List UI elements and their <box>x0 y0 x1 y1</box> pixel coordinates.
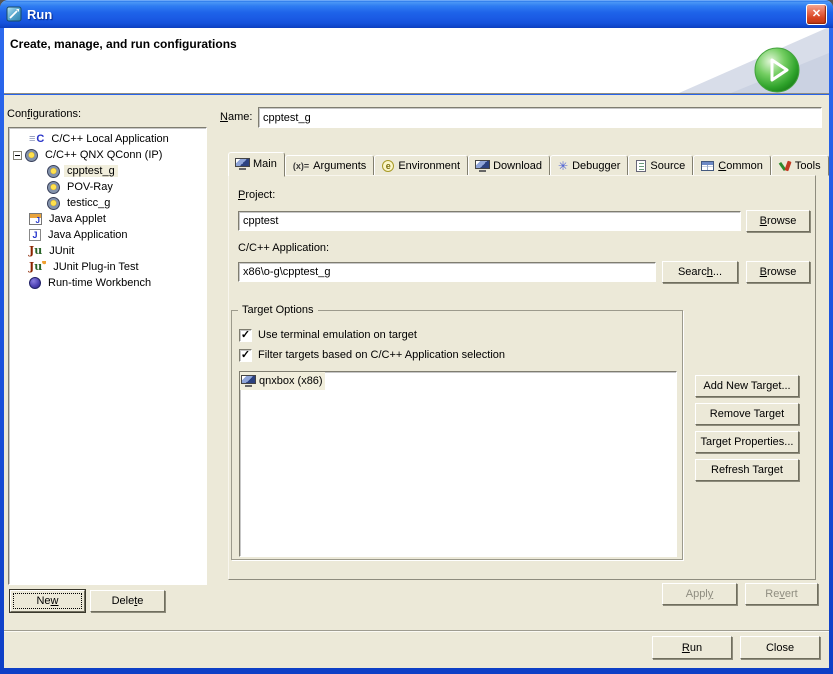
footer-separator <box>4 630 829 632</box>
name-input[interactable] <box>258 107 822 128</box>
application-input[interactable] <box>238 262 656 282</box>
application-label: C/C++ Application: <box>238 242 329 254</box>
run-button[interactable]: Run <box>652 636 732 659</box>
tab-arguments[interactable]: Arguments <box>285 155 374 176</box>
workbench-icon <box>29 277 41 289</box>
project-browse-button[interactable]: Browse <box>746 210 810 232</box>
project-label: Project: <box>238 189 275 201</box>
arguments-icon <box>293 161 309 171</box>
target-properties-button[interactable]: Target Properties... <box>695 431 799 453</box>
tree-item-junit-plugin-test[interactable]: JUnit Plug-in Test <box>9 259 206 275</box>
collapse-minus-icon[interactable] <box>13 151 22 160</box>
close-button[interactable]: Close <box>740 636 820 659</box>
computer-icon <box>236 158 249 170</box>
c-application-icon <box>29 133 44 145</box>
tab-debugger[interactable]: Debugger <box>550 155 628 176</box>
filter-targets-row: Filter targets based on C/C++ Applicatio… <box>239 345 675 365</box>
project-input[interactable] <box>238 211 741 231</box>
window-title: Run <box>27 7 52 22</box>
junit-icon <box>29 245 42 257</box>
environment-icon <box>382 160 394 172</box>
revert-button[interactable]: Revert <box>745 583 818 605</box>
tree-item-cpptest-g[interactable]: cpptest_g <box>9 163 206 179</box>
common-icon <box>701 161 714 171</box>
terminal-emulation-row: Use terminal emulation on target <box>239 325 675 345</box>
gear-icon <box>47 165 60 178</box>
tree-item-pov-ray[interactable]: POV-Ray <box>9 179 206 195</box>
gear-icon <box>47 181 60 194</box>
banner: Create, manage, and run configurations <box>4 28 829 94</box>
tab-common[interactable]: Common <box>693 155 771 176</box>
source-icon <box>636 160 646 172</box>
tree-item-testicc-g[interactable]: testicc_g <box>9 195 206 211</box>
gear-icon <box>47 197 60 210</box>
target-options-title: Target Options <box>238 304 318 316</box>
terminal-emulation-checkbox[interactable] <box>239 329 252 342</box>
tab-bar: Main Arguments Environment Download Debu… <box>228 151 829 176</box>
main-tab-page: Project: Browse C/C++ Application: Searc… <box>228 175 816 580</box>
terminal-emulation-label: Use terminal emulation on target <box>258 329 417 341</box>
tree-item-cpp-qnx-qconn[interactable]: C/C++ QNX QConn (IP) <box>9 147 206 163</box>
run-wizard-icon <box>6 6 22 22</box>
junit-plugin-icon <box>29 261 46 273</box>
tools-icon <box>779 160 791 172</box>
application-browse-button[interactable]: Browse <box>746 261 810 283</box>
java-applet-icon <box>29 213 42 225</box>
configurations-label: Configurations: <box>7 108 81 120</box>
target-options-group: Target Options Use terminal emulation on… <box>231 310 683 560</box>
tree-item-java-application[interactable]: Java Application <box>9 227 206 243</box>
delete-button[interactable]: Delete <box>90 590 165 612</box>
download-icon <box>476 160 489 172</box>
filter-targets-label: Filter targets based on C/C++ Applicatio… <box>258 349 505 361</box>
java-icon <box>29 229 41 241</box>
apply-button[interactable]: Apply <box>662 583 737 605</box>
target-list-item-qnxbox[interactable]: qnxbox (x86) <box>240 372 325 390</box>
computer-icon <box>242 375 255 387</box>
tab-download[interactable]: Download <box>468 155 550 176</box>
gear-icon <box>25 149 38 162</box>
refresh-target-button[interactable]: Refresh Target <box>695 459 799 481</box>
dialog-body: Configurations: C/C++ Local Application … <box>4 95 829 668</box>
close-icon[interactable] <box>806 4 827 25</box>
green-play-circle-icon <box>753 46 801 94</box>
tree-item-cpp-local-application[interactable]: C/C++ Local Application <box>9 131 206 147</box>
search-button[interactable]: Search... <box>662 261 738 283</box>
tab-source[interactable]: Source <box>628 155 693 176</box>
new-button[interactable]: New <box>10 590 85 612</box>
name-label: Name: <box>220 111 252 123</box>
tab-environment[interactable]: Environment <box>374 155 468 176</box>
configurations-tree[interactable]: C/C++ Local Application C/C++ QNX QConn … <box>8 127 207 585</box>
tab-main[interactable]: Main <box>228 152 285 177</box>
tree-item-junit[interactable]: JUnit <box>9 243 206 259</box>
target-list[interactable]: qnxbox (x86) <box>239 371 677 557</box>
debugger-icon <box>558 160 568 172</box>
tab-tools[interactable]: Tools <box>771 155 829 176</box>
titlebar: Run <box>0 0 833 28</box>
remove-target-button[interactable]: Remove Target <box>695 403 799 425</box>
add-new-target-button[interactable]: Add New Target... <box>695 375 799 397</box>
tree-item-java-applet[interactable]: Java Applet <box>9 211 206 227</box>
banner-heading: Create, manage, and run configurations <box>10 37 237 51</box>
run-dialog: Run Create, manage, and run configuratio… <box>0 0 833 674</box>
filter-targets-checkbox[interactable] <box>239 349 252 362</box>
tree-item-runtime-workbench[interactable]: Run-time Workbench <box>9 275 206 291</box>
